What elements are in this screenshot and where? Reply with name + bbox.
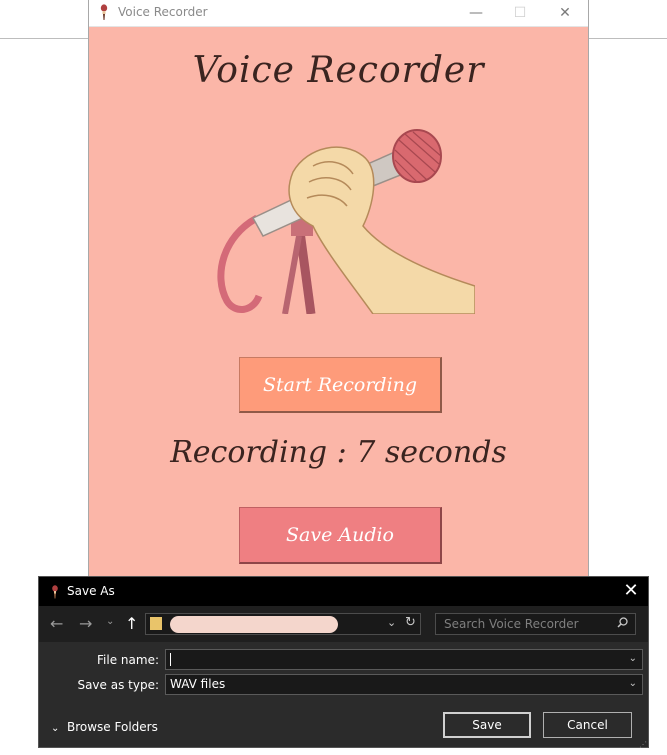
browse-folders-toggle[interactable]: ⌄ Browse Folders	[51, 720, 158, 734]
search-placeholder: Search Voice Recorder	[444, 617, 579, 631]
chevron-down-icon[interactable]: ⌄	[629, 653, 637, 664]
chevron-down-icon: ⌄	[51, 723, 60, 734]
dialog-title: Save As	[67, 584, 115, 598]
search-icon	[617, 617, 628, 628]
save-audio-button[interactable]: Save Audio	[239, 507, 442, 564]
save-as-dialog: Save As ✕ ← → ⌄ ↑ ⌄ ↻ Search Voice Recor…	[38, 576, 649, 749]
start-recording-button[interactable]: Start Recording	[239, 357, 442, 413]
file-name-label: File name:	[97, 653, 159, 667]
hand-microphone-image	[217, 129, 475, 314]
chevron-down-icon[interactable]: ⌄	[629, 678, 637, 689]
minimize-button[interactable]: —	[454, 0, 498, 26]
maximize-button[interactable]: ☐	[498, 0, 542, 26]
voice-recorder-window: Voice Recorder — ☐ ✕ Voice Recorder Star…	[88, 0, 589, 580]
dialog-close-button[interactable]: ✕	[619, 580, 643, 601]
folder-icon	[150, 617, 162, 630]
app-heading: Voice Recorder	[192, 50, 485, 91]
back-arrow-icon[interactable]: ←	[50, 614, 63, 633]
redacted-path-blur	[170, 616, 338, 633]
refresh-icon[interactable]: ↻	[405, 615, 416, 630]
up-arrow-icon[interactable]: ↑	[125, 614, 138, 633]
save-as-type-select[interactable]: WAV files ⌄	[165, 674, 643, 695]
text-caret	[170, 653, 171, 666]
window-titlebar[interactable]: Voice Recorder — ☐ ✕	[89, 0, 588, 27]
close-button[interactable]: ✕	[543, 0, 587, 26]
file-name-input[interactable]: ⌄	[165, 649, 643, 670]
cancel-button[interactable]: Cancel	[543, 712, 632, 738]
browse-folders-label: Browse Folders	[67, 720, 158, 734]
resize-grip-icon[interactable]: ⋰	[639, 740, 647, 749]
search-input[interactable]: Search Voice Recorder	[435, 613, 636, 635]
navigation-bar: ← → ⌄ ↑ ⌄ ↻ Search Voice Recorder	[39, 606, 648, 642]
microphone-app-icon	[100, 4, 108, 20]
address-bar[interactable]: ⌄ ↻	[145, 613, 421, 635]
save-as-type-value: WAV files	[170, 677, 226, 691]
recording-status: Recording : 7 seconds	[170, 435, 507, 470]
save-as-type-label: Save as type:	[77, 678, 159, 692]
window-title: Voice Recorder	[118, 5, 208, 19]
microphone-app-icon	[52, 585, 58, 599]
dialog-titlebar[interactable]: Save As ✕	[39, 577, 648, 606]
save-button[interactable]: Save	[443, 712, 531, 738]
recent-locations-dropdown-icon[interactable]: ⌄	[106, 616, 114, 627]
forward-arrow-icon[interactable]: →	[79, 614, 92, 633]
chevron-down-icon[interactable]: ⌄	[387, 616, 396, 629]
